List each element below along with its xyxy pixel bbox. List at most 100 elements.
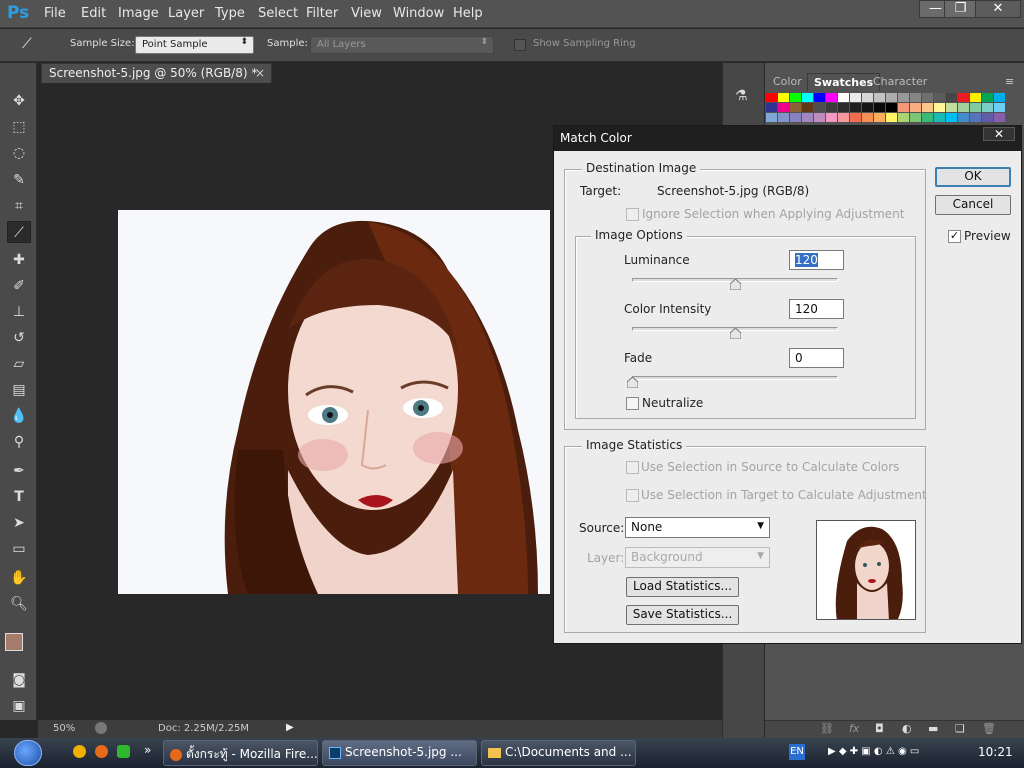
swatch[interactable]	[946, 103, 957, 112]
swatch[interactable]	[886, 93, 897, 102]
swatch[interactable]	[946, 113, 957, 122]
rectangle-tool-icon[interactable]: ▭	[7, 538, 31, 560]
neutralize-checkbox[interactable]	[626, 397, 639, 410]
swatch[interactable]	[802, 103, 813, 112]
swatch[interactable]	[790, 93, 801, 102]
swatch[interactable]	[778, 93, 789, 102]
fx-icon[interactable]: fx	[849, 722, 859, 735]
path-selection-tool-icon[interactable]: ➤	[7, 512, 31, 534]
taskbar-explorer[interactable]: C:\Documents and ...	[481, 740, 636, 766]
menu-view[interactable]: View	[351, 6, 382, 21]
ok-button[interactable]: OK	[935, 167, 1011, 187]
dialog-title-bar[interactable]: Match Color	[554, 126, 1021, 151]
swatch[interactable]	[826, 93, 837, 102]
luminance-slider-thumb[interactable]	[729, 278, 742, 291]
swatch[interactable]	[874, 113, 885, 122]
quick-mask-icon[interactable]: ◙	[7, 669, 31, 691]
status-menu-arrow-icon[interactable]: ▶	[286, 722, 294, 733]
menu-help[interactable]: Help	[453, 6, 483, 21]
ignore-selection-checkbox[interactable]	[626, 208, 639, 221]
folder-icon[interactable]: ▬	[928, 722, 938, 735]
swatch[interactable]	[850, 113, 861, 122]
menu-layer[interactable]: Layer	[168, 6, 204, 21]
clock[interactable]: 10:21	[978, 745, 1013, 759]
swatch[interactable]	[910, 103, 921, 112]
swatch[interactable]	[898, 93, 909, 102]
swatch[interactable]	[802, 113, 813, 122]
document-tab[interactable]: Screenshot-5.jpg @ 50% (RGB/8) * ×	[41, 63, 272, 83]
swatch[interactable]	[838, 93, 849, 102]
new-layer-icon[interactable]: ❏	[955, 722, 965, 735]
swatch[interactable]	[874, 103, 885, 112]
clone-stamp-tool-icon[interactable]: ⊥	[7, 301, 31, 323]
swatch[interactable]	[766, 103, 777, 112]
swatch-grid[interactable]	[766, 93, 1024, 123]
swatch[interactable]	[850, 103, 861, 112]
swatch[interactable]	[958, 93, 969, 102]
pen-tool-icon[interactable]: ✒	[7, 460, 31, 482]
swatch[interactable]	[934, 113, 945, 122]
sample-select[interactable]: All Layers ⬍	[310, 36, 494, 54]
use-selection-source-checkbox[interactable]	[626, 461, 639, 474]
menu-filter[interactable]: Filter	[306, 6, 338, 21]
eraser-tool-icon[interactable]: ▱	[7, 353, 31, 375]
source-select[interactable]: None ▼	[625, 517, 770, 538]
chat-launch-icon[interactable]	[117, 745, 130, 758]
cancel-button[interactable]: Cancel	[935, 195, 1011, 215]
layer-select[interactable]: Background ▼	[625, 547, 770, 568]
menu-image[interactable]: Image	[118, 6, 159, 21]
swatch[interactable]	[898, 103, 909, 112]
mask-icon[interactable]: ◘	[875, 722, 884, 735]
dialog-close-button[interactable]: ✕	[983, 127, 1015, 141]
history-brush-tool-icon[interactable]: ↺	[7, 327, 31, 349]
luminance-input[interactable]: 120	[789, 250, 844, 270]
swatch[interactable]	[838, 103, 849, 112]
healing-brush-tool-icon[interactable]: ✚	[7, 249, 31, 271]
swatch[interactable]	[862, 103, 873, 112]
swatch[interactable]	[778, 103, 789, 112]
move-tool-icon[interactable]: ✥	[7, 90, 31, 112]
swatch[interactable]	[826, 113, 837, 122]
swatch[interactable]	[934, 103, 945, 112]
type-tool-icon[interactable]: T	[7, 486, 31, 508]
history-panel-icon[interactable]: ⚗	[735, 88, 755, 108]
crop-tool-icon[interactable]: ⌗	[7, 195, 31, 217]
quick-launch-more-icon[interactable]: »	[144, 743, 151, 757]
load-statistics-button[interactable]: Load Statistics...	[626, 577, 739, 597]
taskbar-photoshop[interactable]: Screenshot-5.jpg ...	[322, 740, 477, 766]
swatch[interactable]	[970, 103, 981, 112]
lasso-tool-icon[interactable]: ◌	[7, 142, 31, 164]
marquee-tool-icon[interactable]: ⬚	[7, 116, 31, 138]
blur-tool-icon[interactable]: 💧	[7, 405, 31, 427]
quick-selection-tool-icon[interactable]: ✎	[7, 169, 31, 191]
swatch[interactable]	[886, 113, 897, 122]
swatch[interactable]	[898, 113, 909, 122]
use-selection-target-checkbox[interactable]	[626, 489, 639, 502]
show-sampling-ring-checkbox[interactable]	[514, 39, 526, 51]
swatch[interactable]	[982, 103, 993, 112]
swatch[interactable]	[814, 93, 825, 102]
screen-mode-icon[interactable]: ▣	[7, 695, 31, 717]
swatch[interactable]	[766, 93, 777, 102]
zoom-level[interactable]: 50%	[53, 723, 75, 734]
quick-launch-app-icon[interactable]	[73, 745, 86, 758]
gradient-tool-icon[interactable]: ▤	[7, 379, 31, 401]
zoom-tool-icon[interactable]: 🔍︎	[7, 593, 31, 615]
swatch[interactable]	[994, 113, 1005, 122]
swatch[interactable]	[826, 103, 837, 112]
status-info-icon[interactable]	[95, 722, 107, 734]
menu-edit[interactable]: Edit	[81, 6, 106, 21]
swatch[interactable]	[958, 103, 969, 112]
swatch[interactable]	[994, 93, 1005, 102]
swatch[interactable]	[790, 113, 801, 122]
taskbar-firefox[interactable]: ตั้งกระทู้ - Mozilla Fire...	[163, 740, 318, 766]
swatch[interactable]	[874, 93, 885, 102]
eyedropper-tool-preset-icon[interactable]: ⟋	[22, 36, 46, 54]
hand-tool-icon[interactable]: ✋	[7, 567, 31, 589]
panel-menu-icon[interactable]: ≡	[1005, 75, 1014, 88]
swatch[interactable]	[934, 93, 945, 102]
swatch[interactable]	[982, 93, 993, 102]
swatch[interactable]	[994, 103, 1005, 112]
swatch[interactable]	[910, 93, 921, 102]
swatch[interactable]	[814, 103, 825, 112]
